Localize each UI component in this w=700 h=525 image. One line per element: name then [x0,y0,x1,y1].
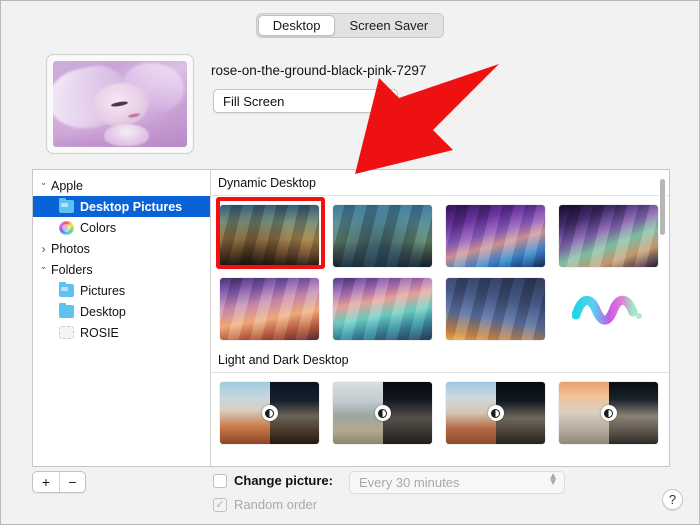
wallpaper-thumb-big-sur-graphic-a[interactable] [446,205,545,267]
random-order-row: ✓ Random order [213,497,317,512]
wallpaper-gallery[interactable]: Dynamic Desktop [211,170,669,466]
color-wheel-icon [59,221,74,235]
dynamic-stripes-overlay [220,278,319,340]
change-picture-label: Change picture: [234,473,333,488]
gallery-scrollbar[interactable] [658,174,667,462]
sidebar-item-colors-label: Colors [80,221,116,235]
tab-desktop[interactable]: Desktop [258,15,336,36]
section-header-dynamic-desktop: Dynamic Desktop [211,170,669,196]
tab-track: Desktop Screen Saver [256,13,444,38]
sidebar-item-desktop-pictures[interactable]: Desktop Pictures [33,196,210,217]
wallpaper-thumb-desert-rock-2[interactable] [333,382,432,444]
change-interval-dropdown[interactable]: Every 30 minutes ▲▼ [349,471,565,494]
sidebar-item-pictures-label: Pictures [80,284,125,298]
chevron-updown-icon: ▲▼ [376,92,394,110]
chevron-updown-icon: ▲▼ [548,474,558,486]
folder-icon [59,284,74,297]
light-dark-desktop-grid [211,373,669,451]
folder-icon [59,200,74,213]
remove-folder-button[interactable]: − [59,472,85,492]
desktop-screensaver-window: Desktop Screen Saver rose-on-the-ground-… [0,0,700,525]
sidebar-item-desktop-pictures-label: Desktop Pictures [80,200,182,214]
sidebar-item-pictures[interactable]: Pictures [33,280,210,301]
disclosure-triangle-open-icon[interactable] [36,264,51,275]
tab-screen-saver[interactable]: Screen Saver [335,15,442,36]
change-interval-value: Every 30 minutes [350,475,459,490]
preview-hand [104,124,150,146]
change-picture-row: Change picture: [213,473,333,488]
preview-image [53,61,187,147]
tab-desktop-label: Desktop [273,18,321,33]
disclosure-triangle-closed-icon[interactable] [36,242,51,256]
light-dark-badge-icon [488,405,504,421]
wallpaper-thumb-catalina-day[interactable] [220,205,319,267]
wallpaper-thumb-catalina-night[interactable] [333,205,432,267]
empty-folder-icon [59,326,74,339]
sidebar-group-photos[interactable]: Photos [33,238,210,259]
dynamic-stripes-overlay [220,205,319,267]
dynamic-desktop-grid [211,196,669,347]
sidebar-group-apple[interactable]: Apple [33,175,210,196]
random-order-label: Random order [234,497,317,512]
sidebar-item-rosie[interactable]: ROSIE [33,322,210,343]
tab-bar: Desktop Screen Saver [1,13,699,38]
wallpaper-thumb-desert-rock-4[interactable] [559,382,658,444]
source-sidebar: Apple Desktop Pictures Colors Photos Fol… [33,170,211,466]
dynamic-stripes-overlay [559,205,658,267]
sidebar-group-folders[interactable]: Folders [33,259,210,280]
light-dark-badge-icon [375,405,391,421]
help-button[interactable]: ? [662,489,683,510]
wallpaper-thumb-big-sur-graphic-b[interactable] [559,205,658,267]
change-picture-checkbox[interactable] [213,474,227,488]
sidebar-item-desktop[interactable]: Desktop [33,301,210,322]
disclosure-triangle-open-icon[interactable] [36,180,51,191]
wallpaper-thumb-desert-dune[interactable] [220,278,319,340]
dynamic-stripes-overlay [446,278,545,340]
sidebar-item-rosie-label: ROSIE [80,326,119,340]
gallery-scrollbar-thumb[interactable] [659,178,666,236]
current-wallpaper-preview [46,54,194,154]
section-header-light-and-dark-desktop: Light and Dark Desktop [211,347,669,373]
fit-mode-dropdown[interactable]: Fill Screen ▲▼ [213,89,398,113]
sidebar-item-colors[interactable]: Colors [33,217,210,238]
folder-icon [59,305,74,318]
dynamic-stripes-overlay [446,205,545,267]
fit-mode-value: Fill Screen [214,94,284,109]
sidebar-group-folders-label: Folders [51,263,93,277]
wallpaper-filename: rose-on-the-ground-black-pink-7297 [211,63,426,78]
sidebar-group-apple-label: Apple [51,179,83,193]
wallpaper-thumb-monterey-wave[interactable] [559,278,658,340]
monterey-wave-icon [572,292,646,326]
wallpaper-thumb-solid-gradient[interactable] [446,278,545,340]
light-dark-badge-icon [601,405,617,421]
sidebar-item-desktop-label: Desktop [80,305,126,319]
light-dark-badge-icon [262,405,278,421]
add-folder-button[interactable]: + [33,472,59,492]
wallpaper-thumb-desert-rock-1[interactable] [220,382,319,444]
random-order-checkbox[interactable]: ✓ [213,498,227,512]
tab-screen-saver-label: Screen Saver [349,18,428,33]
wallpaper-thumb-desert-rock-3[interactable] [446,382,545,444]
add-remove-folder-buttons: + − [32,471,86,493]
wallpaper-thumb-coastal-cove[interactable] [333,278,432,340]
dynamic-stripes-overlay [333,278,432,340]
source-and-gallery-panel: Apple Desktop Pictures Colors Photos Fol… [32,169,670,467]
sidebar-group-photos-label: Photos [51,242,90,256]
dynamic-stripes-overlay [333,205,432,267]
